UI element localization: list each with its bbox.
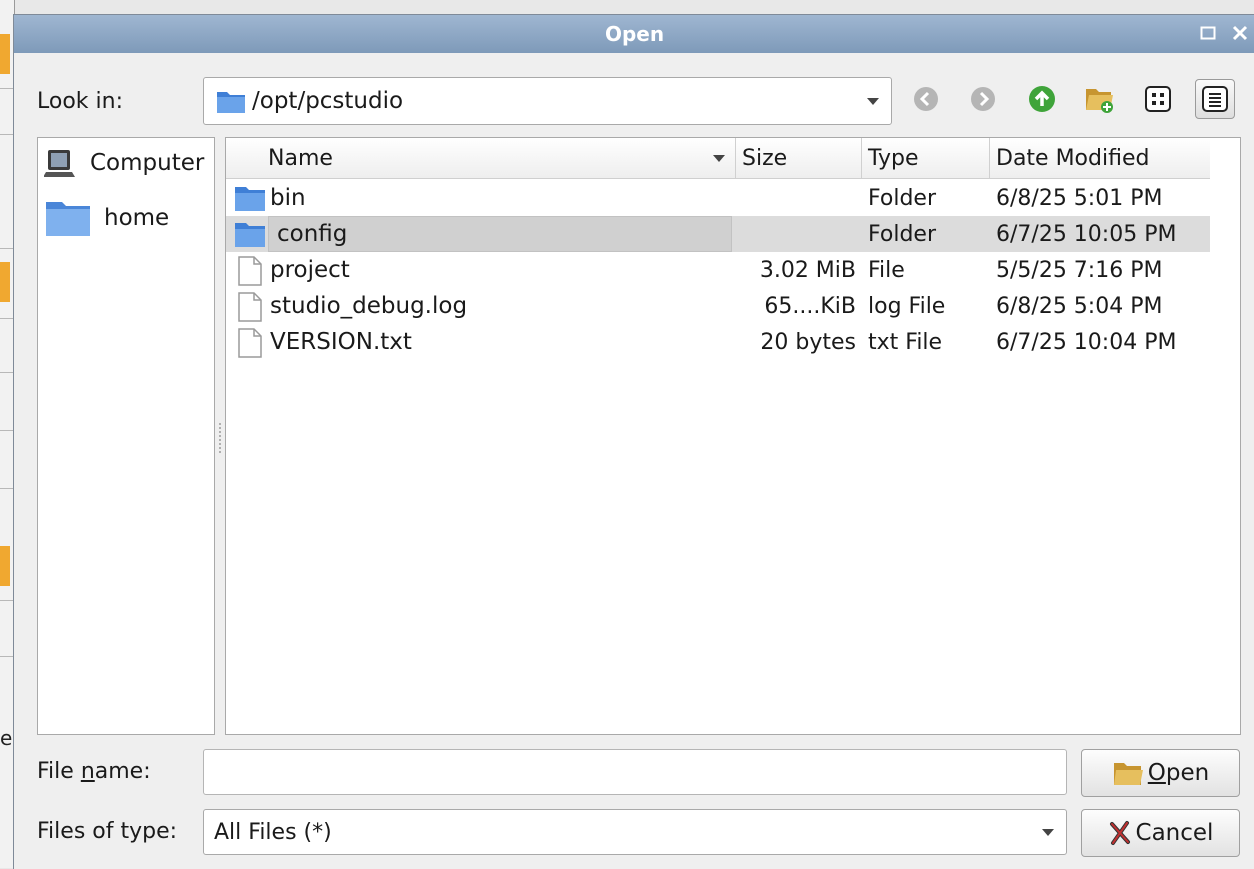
file-row[interactable]: VERSION.txt 20 bytes txt File 6/7/25 10:… (226, 324, 1210, 360)
background-divider (0, 372, 14, 373)
background-marker (0, 262, 10, 302)
file-date-cell: 6/7/25 10:04 PM (996, 329, 1177, 355)
background-divider (0, 134, 14, 135)
background-divider (0, 656, 14, 657)
close-button[interactable] (1229, 21, 1251, 45)
file-row[interactable]: bin Folder 6/8/25 5:01 PM (226, 180, 1210, 216)
file-name-label: File name: (37, 759, 151, 784)
list-view-button[interactable] (1138, 79, 1178, 119)
file-type-cell: File (868, 257, 905, 283)
background-divider (0, 248, 14, 249)
file-icon (238, 256, 262, 286)
file-name-cell: studio_debug.log (270, 293, 468, 319)
open-file-dialog: Open Look in: /opt/pcstudio Computer hom… (13, 14, 1254, 869)
file-size-cell: 65....KiB (764, 293, 856, 319)
file-date-cell: 5/5/25 7:16 PM (996, 257, 1163, 283)
file-type-cell: txt File (868, 329, 943, 355)
folder-icon (235, 223, 265, 247)
sidebar-item-home[interactable]: home (44, 198, 169, 238)
dialog-title: Open (604, 22, 665, 46)
parent-directory-button[interactable] (1022, 79, 1062, 119)
new-folder-icon (1086, 89, 1113, 113)
x-icon (1232, 25, 1248, 41)
file-name-cell: project (270, 257, 350, 283)
file-type-cell: log File (868, 293, 946, 319)
detail-view-icon (1202, 86, 1228, 112)
column-header-size[interactable]: Size (736, 138, 862, 178)
forward-button[interactable] (963, 79, 1003, 119)
look-in-label: Look in: (37, 89, 123, 114)
pane-splitter[interactable] (219, 423, 223, 453)
dialog-titlebar[interactable]: Open (14, 15, 1254, 53)
chevron-down-icon (1042, 829, 1054, 836)
file-name-cell: VERSION.txt (270, 329, 412, 355)
column-header-date-modified[interactable]: Date Modified (990, 138, 1210, 178)
file-name-cell: config (268, 216, 732, 252)
look-in-combo[interactable]: /opt/pcstudio (203, 77, 892, 125)
detail-view-button[interactable] (1195, 79, 1235, 119)
background-divider (0, 488, 14, 489)
file-row[interactable]: studio_debug.log 65....KiB log File 6/8/… (226, 288, 1210, 324)
open-button[interactable]: Open (1081, 749, 1240, 797)
folder-icon (235, 187, 265, 211)
cancel-button[interactable]: Cancel (1081, 809, 1240, 857)
sidebar-item-computer[interactable]: Computer (44, 146, 204, 180)
x-icon (1109, 821, 1130, 845)
sidebar-item-label: Computer (90, 150, 205, 176)
folder-open-icon (1113, 763, 1143, 785)
file-type-cell: Folder (868, 221, 936, 247)
file-size-cell (736, 216, 856, 252)
folder-icon (217, 92, 245, 113)
places-sidebar: Computer home (37, 137, 215, 735)
back-button[interactable] (906, 79, 946, 119)
background-divider (0, 88, 14, 89)
background-divider (0, 318, 14, 319)
parent-directory-icon (1029, 86, 1055, 112)
column-header-type[interactable]: Type (862, 138, 990, 178)
computer-icon (44, 150, 75, 177)
background-marker (0, 546, 10, 586)
file-name-input[interactable] (203, 749, 1067, 795)
sort-down-icon (713, 155, 725, 162)
look-in-path: /opt/pcstudio (252, 88, 404, 114)
file-date-cell: 6/8/25 5:01 PM (996, 185, 1163, 211)
file-type-combo[interactable]: All Files (*) (203, 809, 1067, 855)
file-type-cell: Folder (868, 185, 936, 211)
background-divider (0, 430, 14, 431)
forward-icon (971, 87, 995, 111)
file-size-cell: 3.02 MiB (759, 257, 856, 283)
file-type-label: Files of type: (37, 819, 178, 844)
file-size-cell: 20 bytes (760, 329, 856, 355)
file-type-value: All Files (*) (214, 819, 332, 845)
cancel-button-label: Cancel (1135, 820, 1214, 846)
file-date-cell: 6/7/25 10:05 PM (996, 221, 1177, 247)
column-header-name[interactable]: Name (226, 138, 736, 178)
open-button-label: Open (1147, 760, 1210, 786)
list-view-icon (1145, 86, 1171, 112)
file-icon (238, 328, 262, 358)
file-icon (238, 292, 262, 322)
file-date-cell: 6/8/25 5:04 PM (996, 293, 1163, 319)
file-list: Name Size Type Date Modified bin Folder … (225, 137, 1241, 735)
folder-icon (46, 202, 90, 236)
maximize-button[interactable] (1197, 21, 1219, 45)
file-list-header: Name Size Type Date Modified (226, 138, 1210, 179)
file-name-cell: bin (270, 185, 306, 211)
file-row[interactable]: config Folder 6/7/25 10:05 PM (226, 216, 1210, 252)
square-icon (1200, 26, 1216, 40)
background-marker (0, 34, 10, 74)
back-icon (914, 87, 938, 111)
file-row[interactable]: project 3.02 MiB File 5/5/25 7:16 PM (226, 252, 1210, 288)
file-size-cell (736, 180, 856, 216)
background-divider (0, 600, 14, 601)
new-folder-button[interactable] (1079, 79, 1119, 119)
chevron-down-icon (867, 98, 879, 105)
sidebar-item-label: home (104, 205, 170, 231)
